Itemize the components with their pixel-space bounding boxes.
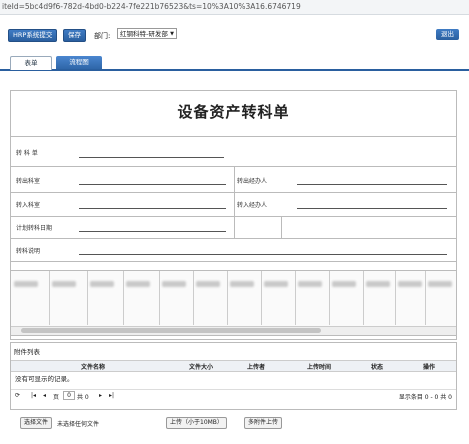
transfer-no-field[interactable] xyxy=(79,157,224,158)
grid-header-text xyxy=(52,281,76,287)
upload-button[interactable]: 上传（小于10MB） xyxy=(166,417,227,429)
grid-header-cell xyxy=(261,271,296,325)
tab-form[interactable]: 表单 xyxy=(10,56,52,70)
grid-header-text xyxy=(332,281,356,287)
to-dept-field[interactable] xyxy=(79,208,226,209)
prev-page-icon[interactable]: ◂ xyxy=(43,392,46,399)
to-dept-label: 转入科室 xyxy=(16,202,41,209)
page-summary: 显示条目 0 - 0 共 0 xyxy=(398,394,452,401)
page-prefix: 页 xyxy=(53,394,60,401)
horizontal-scrollbar[interactable] xyxy=(11,326,456,335)
scrollbar-thumb[interactable] xyxy=(21,328,321,333)
divider xyxy=(281,217,282,239)
hrp-submit-button[interactable]: HRP系统提交 xyxy=(8,29,58,42)
page-input[interactable]: 0 xyxy=(63,391,75,400)
grid-header-cell xyxy=(395,271,426,325)
upload-bar: 选择文件 未选择任何文件 上传（小于10MB） 多附件上传 xyxy=(0,414,469,430)
grid-header-cell xyxy=(329,271,364,325)
first-page-icon[interactable]: |◂ xyxy=(31,392,36,399)
url-text: iteId=5bc4d9f6-782d-4bd0-b224-7fe221b765… xyxy=(2,2,301,11)
grid-header-cell xyxy=(193,271,228,325)
next-page-icon[interactable]: ▸ xyxy=(99,392,102,399)
from-dept-field[interactable] xyxy=(79,184,226,185)
grid-header-cell xyxy=(49,271,88,325)
from-handler-label: 转出经办人 xyxy=(237,178,268,185)
grid-header-cell xyxy=(295,271,330,325)
tab-flowchart[interactable]: 流程图 xyxy=(56,56,102,69)
grid-header-text xyxy=(126,281,150,287)
pager: ⟳ |◂ ◂ 页 0 共 0 ▸ ▸| 显示条目 0 - 0 共 0 xyxy=(11,389,456,401)
form-row-to: 转入科室 转入经办人 xyxy=(11,192,456,217)
remark-field[interactable] xyxy=(79,254,447,255)
bulk-upload-button[interactable]: 多附件上传 xyxy=(244,417,283,429)
grid-header-cell xyxy=(123,271,160,325)
remark-label: 转科说明 xyxy=(16,248,41,255)
from-dept-label: 转出科室 xyxy=(16,178,41,185)
column-header: 文件大小 xyxy=(189,364,214,371)
column-header: 文件名称 xyxy=(81,364,106,371)
grid-header-text xyxy=(366,281,390,287)
to-handler-field[interactable] xyxy=(297,208,447,209)
attachment-table-header: 文件名称 文件大小 上传者 上传时间 状态 操作 xyxy=(11,360,456,372)
divider xyxy=(234,193,235,217)
divider xyxy=(234,167,235,193)
divider xyxy=(234,217,235,239)
grid-header-cell xyxy=(227,271,262,325)
grid-header-cell xyxy=(11,271,50,325)
grid-header-cell xyxy=(363,271,396,325)
chevron-down-icon: ▼ xyxy=(170,31,174,37)
page-title: 设备资产转科单 xyxy=(177,103,290,121)
column-header: 上传时间 xyxy=(307,364,332,371)
grid-header-text xyxy=(90,281,114,287)
form-row-remark: 转科说明 xyxy=(11,238,456,262)
to-handler-label: 转入经办人 xyxy=(237,202,268,209)
transfer-no-label: 转 科 单 xyxy=(16,150,38,157)
column-header: 操作 xyxy=(423,364,436,371)
column-header: 状态 xyxy=(371,364,384,371)
refresh-icon[interactable]: ⟳ xyxy=(15,392,20,399)
asset-detail-grid xyxy=(10,270,457,336)
choose-file-button[interactable]: 选择文件 xyxy=(20,417,53,429)
form-row-from: 转出科室 转出经办人 xyxy=(11,166,456,193)
grid-header-text xyxy=(264,281,288,287)
no-file-text: 未选择任何文件 xyxy=(57,421,100,428)
grid-header-cell xyxy=(425,271,456,325)
save-button[interactable]: 保存 xyxy=(63,29,86,42)
form-row-plan-date: 计划转科日期 xyxy=(11,216,456,239)
plan-date-field[interactable] xyxy=(79,231,226,232)
attachment-title: 附件列表 xyxy=(14,348,40,356)
grid-header-text xyxy=(298,281,322,287)
grid-header-text xyxy=(428,281,452,287)
from-handler-field[interactable] xyxy=(297,184,447,185)
last-page-icon[interactable]: ▸| xyxy=(109,392,114,399)
tab-bar: 表单 流程图 xyxy=(0,53,469,71)
dept-select-value: 红钢科特-研发部 xyxy=(120,30,168,38)
dept-label: 部门: xyxy=(94,32,111,40)
page-suffix: 共 0 xyxy=(77,394,89,401)
grid-header-text xyxy=(196,281,220,287)
url-bar[interactable]: iteId=5bc4d9f6-782d-4bd0-b224-7fe221b765… xyxy=(0,0,469,15)
grid-header-text xyxy=(230,281,254,287)
grid-header-cell xyxy=(87,271,124,325)
empty-message: 没有可显示的记录。 xyxy=(15,375,74,383)
grid-header-cell xyxy=(159,271,194,325)
grid-header-text xyxy=(14,281,38,287)
plan-date-label: 计划转科日期 xyxy=(16,225,53,232)
grid-header-text xyxy=(398,281,422,287)
attachment-panel: 附件列表 文件名称 文件大小 上传者 上传时间 状态 操作 没有可显示的记录。 … xyxy=(10,342,457,410)
dept-select[interactable]: 红钢科特-研发部 ▼ xyxy=(117,28,177,39)
grid-header-text xyxy=(162,281,186,287)
logout-button[interactable]: 退出 xyxy=(436,29,459,40)
form-row-transfer-no: 转 科 单 xyxy=(11,136,456,167)
column-header: 上传者 xyxy=(247,364,266,371)
